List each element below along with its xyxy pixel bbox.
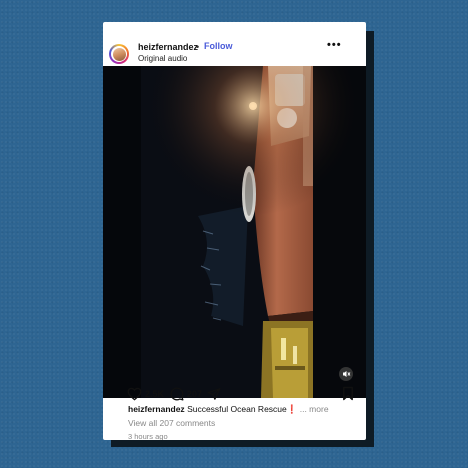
muted-speaker-icon[interactable]	[339, 367, 353, 381]
post-card: heizfernandez • Follow Original audio ••…	[103, 22, 366, 440]
caption-more-link[interactable]: ... more	[300, 404, 329, 414]
video-player[interactable]	[103, 66, 366, 398]
audio-label[interactable]: Original audio	[138, 54, 187, 63]
heart-icon[interactable]	[127, 387, 142, 401]
post-caption: heizfernandez Successful Ocean Rescue❗ .…	[128, 404, 366, 415]
separator-dot: •	[196, 42, 200, 52]
bookmark-icon[interactable]	[342, 386, 354, 401]
action-bar: 2.5K 207	[103, 384, 366, 404]
exclamation-emoji: ❗	[286, 404, 298, 414]
more-options-icon[interactable]: •••	[327, 39, 342, 51]
share-icon[interactable]	[207, 387, 221, 401]
post-header: heizfernandez • Follow Original audio ••…	[103, 22, 366, 66]
avatar-image	[112, 47, 126, 61]
comment-icon[interactable]	[170, 387, 184, 401]
follow-button[interactable]: Follow	[204, 41, 233, 51]
view-comments-link[interactable]: View all 207 comments	[128, 418, 215, 428]
like-count[interactable]: 2.5K	[145, 389, 164, 399]
caption-text: Successful Ocean Rescue	[187, 404, 287, 414]
video-frame	[103, 66, 366, 398]
post-username[interactable]: heizfernandez	[138, 42, 198, 52]
comment-count[interactable]: 207	[187, 389, 202, 399]
avatar[interactable]	[109, 44, 129, 64]
caption-username[interactable]: heizfernandez	[128, 404, 185, 414]
post-timestamp: 3 hours ago	[128, 432, 168, 440]
